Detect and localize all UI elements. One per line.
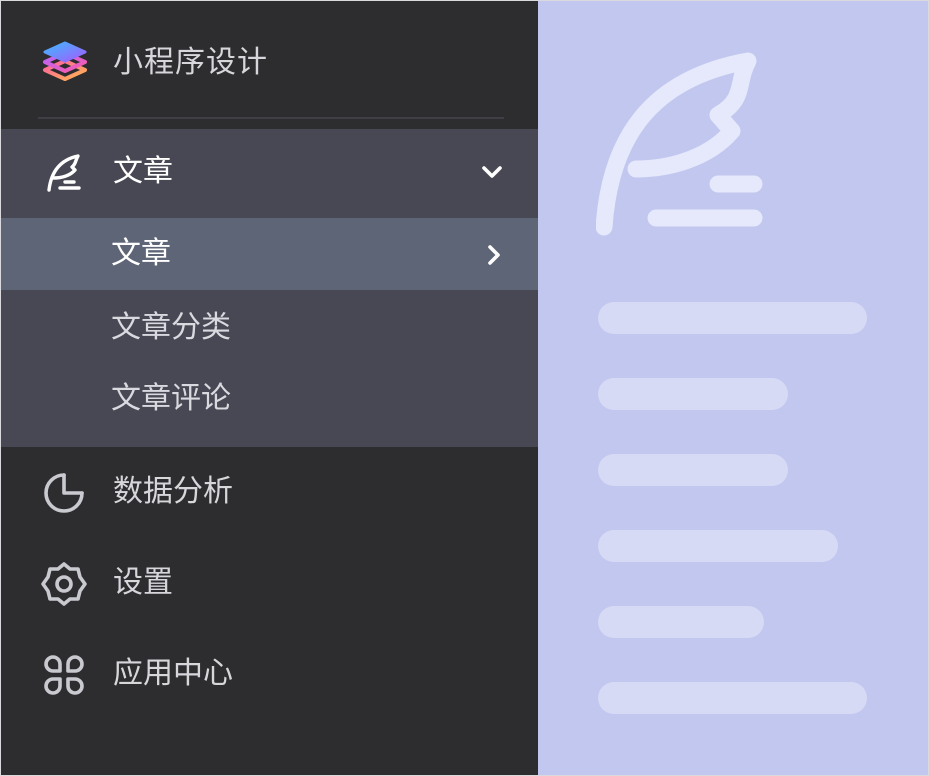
feather-pen-icon: [47, 154, 81, 192]
menu-group-articles: 文章 文章 文章分类 文章评论: [1, 129, 538, 447]
gear-icon: [41, 562, 87, 606]
placeholder-line: [598, 682, 867, 714]
app-grid-icon: [44, 655, 84, 695]
sidebar-item-settings-label: 设置: [113, 565, 173, 600]
sidebar: 小程序设计 文章 文章 文章分类 文章评论 数据分析 设置 应用中心: [1, 1, 538, 775]
placeholder-line: [598, 530, 838, 562]
submenu-item-categories[interactable]: 文章分类: [111, 307, 231, 349]
preview-panel: [538, 1, 928, 775]
placeholder-line: [598, 454, 788, 486]
chevron-down-icon[interactable]: [479, 159, 505, 185]
pie-chart-icon: [44, 473, 84, 513]
chevron-right-icon: [488, 245, 500, 265]
submenu-item-articles[interactable]: 文章: [1, 218, 538, 290]
sidebar-item-app-center-label: 应用中心: [113, 656, 233, 691]
placeholder-line: [598, 606, 764, 638]
app-frame: 小程序设计 文章 文章 文章分类 文章评论 数据分析 设置 应用中心: [0, 0, 929, 776]
sidebar-item-articles[interactable]: 文章: [1, 129, 538, 218]
divider: [38, 117, 504, 119]
brand-title: 小程序设计: [113, 45, 268, 80]
sidebar-item-app-center[interactable]: 应用中心: [1, 635, 538, 715]
brand-header: 小程序设计: [1, 1, 538, 119]
placeholder-line: [598, 378, 788, 410]
sidebar-item-settings[interactable]: 设置: [1, 544, 538, 624]
placeholder-line: [598, 302, 867, 334]
sidebar-item-analytics-label: 数据分析: [113, 474, 233, 509]
feather-pen-icon: [596, 52, 763, 236]
sidebar-item-analytics[interactable]: 数据分析: [1, 453, 538, 533]
submenu-item-comments[interactable]: 文章评论: [111, 378, 231, 420]
layers-icon: [43, 41, 87, 81]
submenu-item-articles-label: 文章: [111, 236, 171, 271]
sidebar-item-articles-label: 文章: [113, 154, 173, 189]
